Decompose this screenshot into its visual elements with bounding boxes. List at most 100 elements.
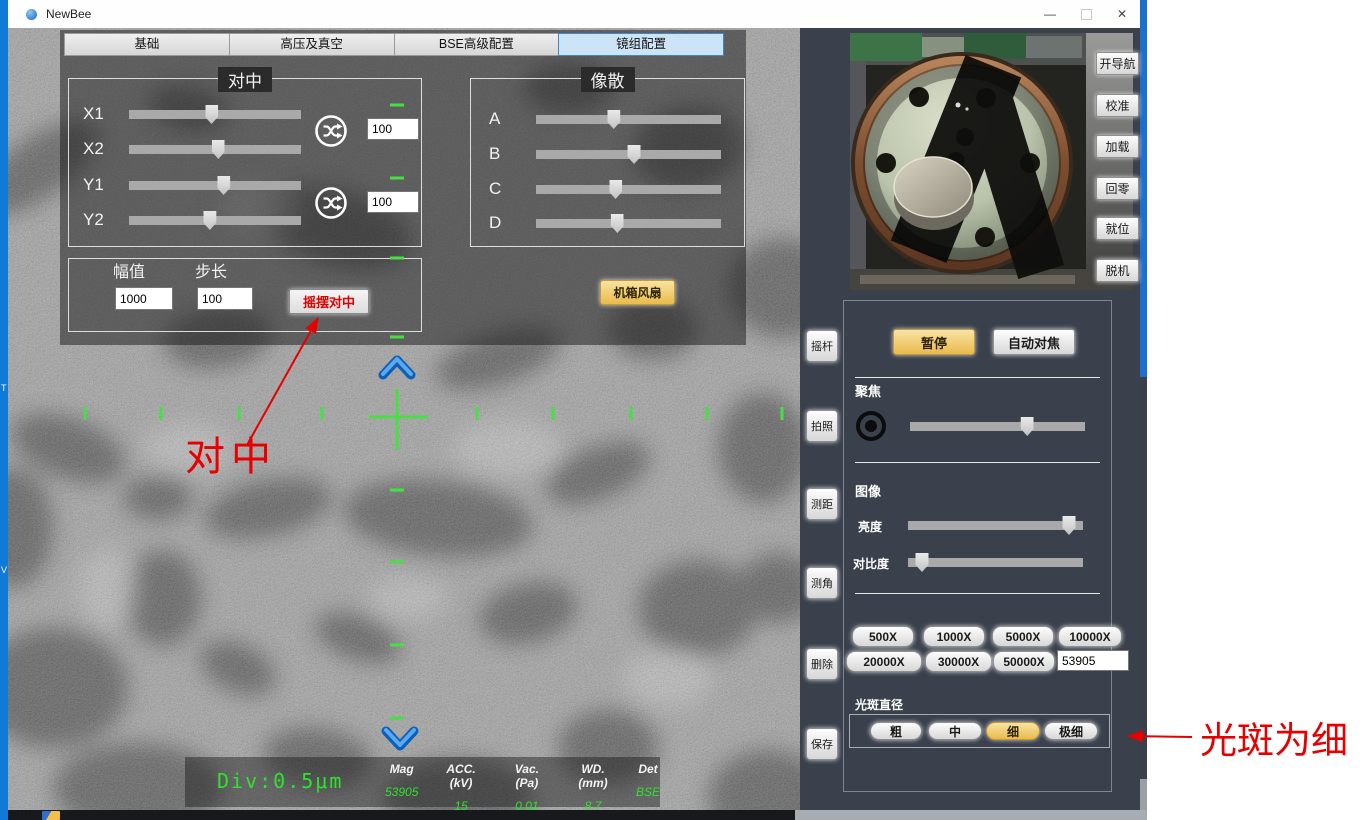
spot-fine-button[interactable]: 细 [986,722,1040,740]
stig-d-slider[interactable] [536,219,721,228]
stig-c-track[interactable] [536,185,721,194]
config-tabs: 基础 高压及真空 BSE高级配置 镜组配置 [65,33,724,54]
wobble-centering-button[interactable]: 摇摆对中 [289,289,369,314]
stig-b-slider[interactable] [536,150,721,159]
desktop-left-strip: T V [0,0,8,820]
tool-measure-distance-button[interactable]: 测距 [806,488,838,520]
stig-d-track[interactable] [536,219,721,228]
tool-save-button[interactable]: 保存 [806,728,838,760]
separator [855,462,1100,463]
astigmatism-group-title: 像散 [581,67,635,92]
mag-10000x-button[interactable]: 10000X [1058,626,1122,647]
tool-measure-angle-button[interactable]: 测角 [806,567,838,599]
contrast-slider-track[interactable] [908,558,1083,567]
y1-slider-track[interactable] [129,181,301,190]
focus-target-icon[interactable] [856,411,886,441]
x1-slider[interactable] [129,110,301,119]
nav-load-button[interactable]: 加载 [1096,135,1139,158]
app-icon [26,9,37,20]
lens-config-overlay: 基础 高压及真空 BSE高级配置 镜组配置 对中 X1 X2 Y1 [60,30,746,345]
spot-diameter-label: 光斑直径 [855,696,903,713]
brightness-slider[interactable] [908,521,1083,530]
tool-delete-button[interactable]: 删除 [806,648,838,680]
autofocus-button[interactable]: 自动对焦 [993,329,1075,355]
maximize-button[interactable] [1068,0,1104,28]
chassis-fan-button[interactable]: 机箱风扇 [600,280,675,305]
amplitude-label: 幅值 [113,263,145,283]
mag-value: 53905 [385,785,418,799]
mag-20000x-button[interactable]: 20000X [846,651,922,672]
spot-extra-fine-button[interactable]: 极细 [1044,722,1098,740]
spot-medium-button[interactable]: 中 [928,722,982,740]
mag-500x-button[interactable]: 500X [852,626,914,647]
desktop-icon-label-fragment: T [1,383,7,393]
shuffle-x-icon[interactable] [313,113,349,149]
x2-slider[interactable] [129,145,301,154]
centering-group: 对中 X1 X2 Y1 Y2 [68,78,422,247]
amplitude-input[interactable] [115,287,173,310]
right-panel: 开导航 校准 加载 回零 就位 脱机 摇杆 拍照 测距 测角 删除 保存 暂停 … [800,28,1140,810]
stig-a-thumb[interactable] [607,110,620,129]
step-input[interactable] [197,287,253,310]
taskbar-folder-icon[interactable] [42,811,60,820]
mag-1000x-button[interactable]: 1000X [923,626,985,647]
y2-label: Y2 [83,210,104,230]
x2-label: X2 [83,139,104,159]
acc-header: ACC.(kV) [435,762,486,790]
separator [855,377,1100,378]
x2-slider-thumb[interactable] [212,140,225,159]
nav-offline-button[interactable]: 脱机 [1096,259,1139,282]
sem-viewport[interactable]: 基础 高压及真空 BSE高级配置 镜组配置 对中 X1 X2 Y1 [8,28,800,810]
stig-c-thumb[interactable] [609,180,622,199]
tool-joystick-button[interactable]: 摇杆 [806,330,838,362]
y-value-input[interactable] [367,191,419,213]
tab-hv-vacuum[interactable]: 高压及真空 [229,33,395,56]
shuffle-y-icon[interactable] [313,185,349,221]
mag-30000x-button[interactable]: 30000X [925,651,992,672]
pause-button[interactable]: 暂停 [893,329,975,355]
desktop-right-strip [1140,0,1147,820]
focus-slider[interactable] [910,422,1085,431]
vac-value: 0.01 [504,799,550,810]
y1-slider-thumb[interactable] [217,176,230,195]
close-button[interactable]: ✕ [1104,0,1140,28]
focus-slider-track[interactable] [910,422,1085,431]
tab-lens-config[interactable]: 镜组配置 [558,33,724,56]
desktop-icon-label-fragment: V [1,565,7,575]
spot-coarse-button[interactable]: 粗 [870,722,922,740]
image-section-label: 图像 [855,481,881,500]
y2-slider[interactable] [129,216,301,225]
app-window: NewBee — ✕ [8,0,1140,810]
brightness-slider-track[interactable] [908,521,1083,530]
mag-value-input[interactable] [1057,650,1129,671]
scale-division-label: Div:0.5μm [217,769,343,793]
x-value-input[interactable] [367,118,419,140]
stig-a-slider[interactable] [536,115,721,124]
nav-home-button[interactable]: 回零 [1096,177,1139,200]
taskbar-right [795,810,1147,820]
x1-slider-thumb[interactable] [205,105,218,124]
sem-readouts: Mag53905 ACC.(kV)15 Vac.(Pa)0.01 WD.(mm)… [385,762,660,810]
acc-value: 15 [435,799,486,810]
tab-bse-advanced[interactable]: BSE高级配置 [394,33,560,56]
maximize-icon [1081,9,1092,20]
tool-snapshot-button[interactable]: 拍照 [806,410,838,442]
window-title: NewBee [46,7,91,21]
stig-d-thumb[interactable] [611,214,624,233]
mag-5000x-button[interactable]: 5000X [992,626,1054,647]
mag-50000x-button[interactable]: 50000X [993,651,1055,672]
nav-in-position-button[interactable]: 就位 [1096,217,1139,240]
stig-a-track[interactable] [536,115,721,124]
stig-b-thumb[interactable] [628,145,641,164]
nav-open-navigation-button[interactable]: 开导航 [1096,52,1139,75]
nav-calibrate-button[interactable]: 校准 [1096,94,1139,117]
vac-header: Vac.(Pa) [504,762,550,790]
stig-c-slider[interactable] [536,185,721,194]
stig-b-label: B [489,144,500,164]
tab-basic[interactable]: 基础 [64,33,230,56]
wobble-group: 幅值 步长 摇摆对中 [68,258,422,332]
y2-slider-thumb[interactable] [203,211,216,230]
y1-slider[interactable] [129,181,301,190]
minimize-button[interactable]: — [1032,0,1068,28]
contrast-slider[interactable] [908,558,1083,567]
